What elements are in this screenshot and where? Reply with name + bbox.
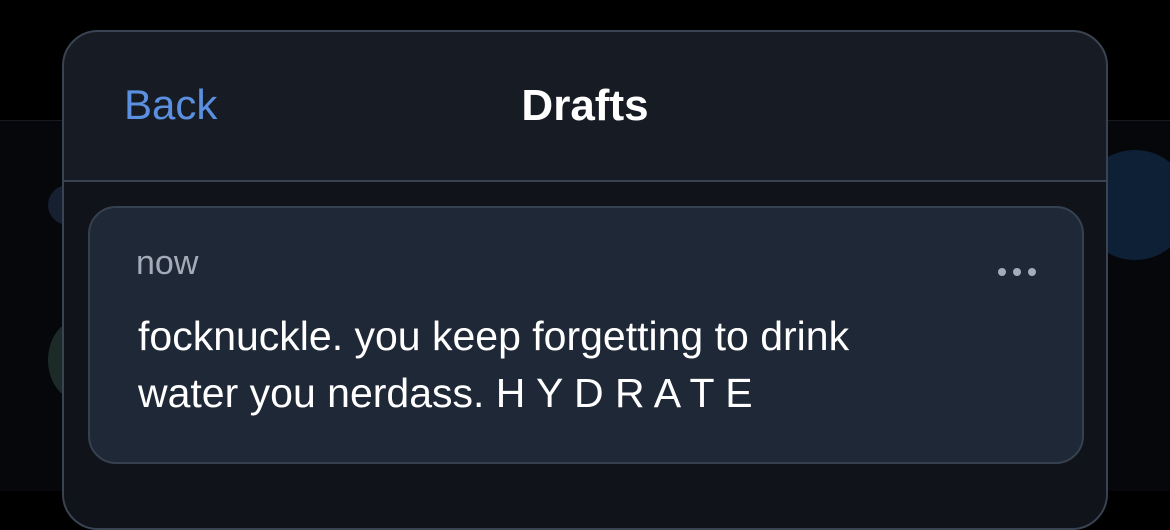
more-options-button[interactable] — [990, 250, 1044, 294]
drafts-list: now focknuckle. you keep forgetting to d… — [64, 182, 1106, 528]
draft-timestamp: now — [136, 244, 199, 282]
more-horizontal-icon — [1013, 268, 1021, 276]
more-horizontal-icon — [998, 268, 1006, 276]
drafts-modal: Back Drafts now focknuckle. you keep for… — [62, 30, 1108, 530]
draft-item[interactable]: now focknuckle. you keep forgetting to d… — [88, 206, 1084, 464]
modal-header: Back Drafts — [64, 32, 1106, 182]
more-horizontal-icon — [1028, 268, 1036, 276]
page-title: Drafts — [521, 81, 649, 130]
draft-text: focknuckle. you keep forgetting to drink… — [138, 313, 850, 416]
